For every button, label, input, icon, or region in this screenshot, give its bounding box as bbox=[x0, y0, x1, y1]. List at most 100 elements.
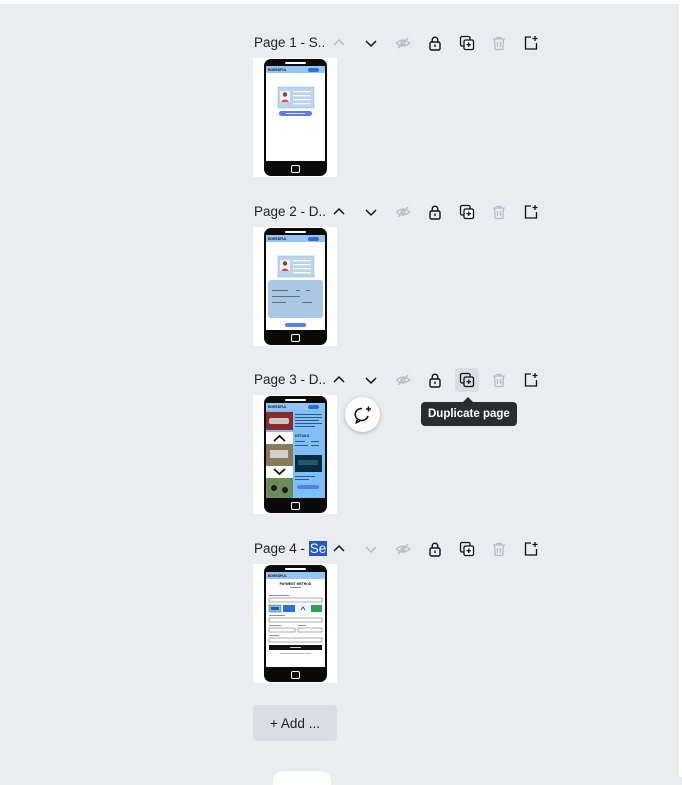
lock-icon bbox=[429, 542, 441, 557]
eye-off-icon bbox=[395, 374, 411, 386]
add-page-after-button[interactable] bbox=[519, 368, 543, 392]
gallery-illustration: DETAILS bbox=[266, 410, 325, 498]
home-button bbox=[291, 671, 300, 679]
phone-mockup: BOREDFUL bbox=[264, 59, 327, 176]
page-title[interactable]: Page 1 - S.. bbox=[254, 35, 325, 50]
eye-off-icon bbox=[395, 206, 411, 218]
selected-text: Se bbox=[308, 541, 328, 556]
bottom-control[interactable] bbox=[273, 771, 331, 785]
page-header: Page 2 - D.. bbox=[253, 200, 553, 224]
page-thumbnail[interactable]: BOREDFUL bbox=[253, 58, 337, 177]
chevron-down-icon bbox=[365, 40, 377, 48]
lock-page-button[interactable] bbox=[423, 537, 447, 561]
duplicate-page-button[interactable] bbox=[455, 368, 479, 392]
page-thumbnail[interactable]: BOREDFUL bbox=[253, 395, 337, 514]
phone-speaker bbox=[285, 231, 306, 233]
tooltip: Duplicate page bbox=[421, 397, 517, 426]
lock-page-button[interactable] bbox=[423, 31, 447, 55]
page-thumbnail[interactable]: BOREDFUL bbox=[253, 227, 337, 346]
page-title-input[interactable]: Page 4 - Se bbox=[254, 541, 328, 556]
eye-off-icon bbox=[395, 543, 411, 555]
add-page-after-button[interactable] bbox=[519, 537, 543, 561]
hide-page-button[interactable] bbox=[391, 31, 415, 55]
lock-icon bbox=[429, 205, 441, 220]
page-title[interactable]: Page 2 - D.. bbox=[254, 204, 326, 219]
page-thumbnail[interactable]: BOREDFUL PAYMENT METHOD bbox=[253, 564, 337, 683]
page-header: Page 3 - D.. bbox=[253, 368, 553, 392]
page-item-1: Page 1 - S.. BOREDFUL bbox=[253, 31, 553, 181]
add-page-icon bbox=[524, 373, 538, 387]
chevron-down-icon bbox=[365, 546, 377, 554]
phone-screen: BOREDFUL bbox=[266, 66, 325, 161]
chevron-down-icon bbox=[365, 377, 377, 385]
screen-logo: BOREDFUL bbox=[268, 67, 287, 72]
move-down-button[interactable] bbox=[359, 200, 383, 224]
move-down-button[interactable] bbox=[359, 31, 383, 55]
lock-icon bbox=[429, 373, 441, 388]
hide-page-button[interactable] bbox=[391, 368, 415, 392]
home-button bbox=[291, 334, 300, 342]
phone-mockup: BOREDFUL PAYMENT METHOD bbox=[264, 565, 327, 682]
header-pill bbox=[308, 236, 319, 241]
screen-logo: BOREDFUL bbox=[268, 236, 287, 241]
chevron-down-icon bbox=[365, 209, 377, 217]
phone-speaker bbox=[285, 568, 306, 570]
hide-page-button[interactable] bbox=[391, 200, 415, 224]
phone-mockup: BOREDFUL bbox=[264, 396, 327, 513]
delete-page-button[interactable] bbox=[487, 31, 511, 55]
page-header: Page 4 - Se bbox=[253, 537, 553, 561]
add-page-after-button[interactable] bbox=[519, 200, 543, 224]
chevron-up-icon bbox=[333, 38, 345, 46]
trash-icon bbox=[493, 542, 505, 557]
duplicate-icon bbox=[459, 372, 475, 388]
eye-off-icon bbox=[395, 37, 411, 49]
lock-page-button[interactable] bbox=[423, 200, 447, 224]
add-page-icon bbox=[524, 205, 538, 219]
move-up-button[interactable] bbox=[327, 31, 351, 55]
trash-icon bbox=[493, 205, 505, 220]
page-item-2: Page 2 - D.. BOREDFUL bbox=[253, 200, 553, 350]
duplicate-icon bbox=[459, 204, 475, 220]
payment-heading: PAYMENT METHOD bbox=[280, 582, 312, 586]
delete-page-button[interactable] bbox=[487, 368, 511, 392]
trash-icon bbox=[493, 36, 505, 51]
delete-page-button[interactable] bbox=[487, 200, 511, 224]
lock-icon bbox=[429, 36, 441, 51]
page-header: Page 1 - S.. bbox=[253, 31, 553, 55]
trash-icon bbox=[493, 373, 505, 388]
payment-illustration: PAYMENT METHOD bbox=[268, 582, 323, 654]
move-down-button[interactable] bbox=[359, 368, 383, 392]
page-title[interactable]: Page 3 - D.. bbox=[254, 372, 326, 387]
screen-header: BOREDFUL bbox=[266, 235, 325, 242]
home-button bbox=[291, 502, 300, 510]
add-page-button[interactable]: + Add ... bbox=[253, 705, 337, 741]
duplicate-page-button[interactable] bbox=[455, 31, 479, 55]
add-comment-button[interactable] bbox=[345, 397, 380, 432]
duplicate-icon bbox=[459, 35, 475, 51]
duplicate-icon bbox=[459, 541, 475, 557]
screen-logo: BOREDFUL bbox=[268, 404, 287, 409]
move-up-button[interactable] bbox=[327, 200, 351, 224]
page-item-4: Page 4 - Se BOREDFUL PAYMENT METHOD bbox=[253, 537, 553, 687]
phone-speaker bbox=[285, 62, 306, 64]
move-up-button[interactable] bbox=[327, 368, 351, 392]
details-heading: DETAILS bbox=[295, 434, 310, 438]
hide-page-button[interactable] bbox=[391, 537, 415, 561]
add-page-icon bbox=[524, 542, 538, 556]
phone-speaker bbox=[285, 399, 306, 401]
header-pill bbox=[308, 404, 319, 409]
delete-page-button[interactable] bbox=[487, 537, 511, 561]
header-pill bbox=[308, 67, 319, 72]
phone-screen: BOREDFUL bbox=[266, 235, 325, 330]
duplicate-page-button[interactable] bbox=[455, 200, 479, 224]
duplicate-page-button[interactable] bbox=[455, 537, 479, 561]
page-item-3: Page 3 - D.. BOREDFUL DETAILS bbox=[253, 368, 553, 518]
screen-header: BOREDFUL bbox=[266, 572, 325, 579]
move-up-button[interactable] bbox=[327, 537, 351, 561]
move-down-button[interactable] bbox=[359, 537, 383, 561]
pages-panel: Page 1 - S.. BOREDFUL Page 2 - D.. BORED… bbox=[0, 0, 682, 785]
add-page-after-button[interactable] bbox=[519, 31, 543, 55]
details-illustration bbox=[268, 255, 323, 327]
lock-page-button[interactable] bbox=[423, 368, 447, 392]
chevron-up-icon bbox=[333, 544, 345, 552]
